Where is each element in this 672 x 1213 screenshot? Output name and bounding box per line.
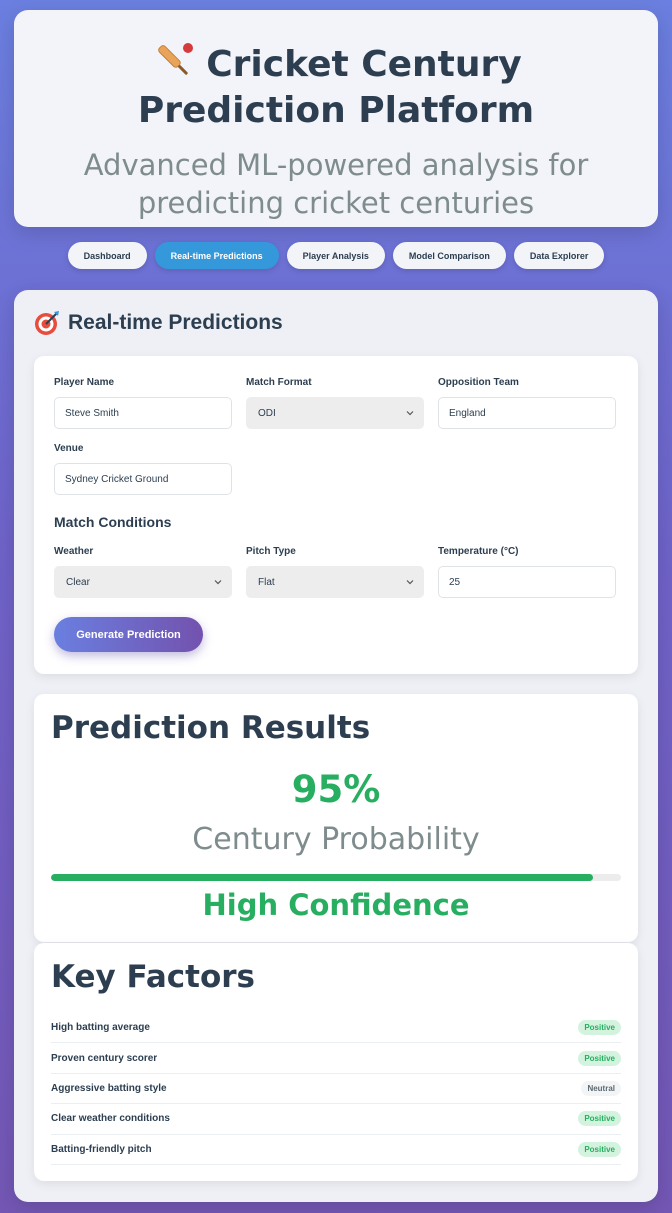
impact-badge: Positive	[578, 1050, 621, 1066]
section-title-text: Real-time Predictions	[68, 311, 283, 334]
weather-select[interactable]: Clear	[54, 566, 232, 598]
confidence-level: High Confidence	[202, 888, 470, 922]
nav-tabs: Dashboard Real-time Predictions Player A…	[0, 242, 672, 269]
venue-input[interactable]: Sydney Cricket Ground	[54, 463, 232, 495]
player-name-field: Player Name Steve Smith	[54, 377, 232, 429]
temperature-field: Temperature (°C) 25	[438, 546, 616, 598]
cricket-bat-icon	[158, 43, 194, 75]
page-title: Cricket Century Prediction Platform	[14, 10, 658, 134]
weather-value: Clear	[66, 576, 90, 588]
prediction-form: Player Name Steve Smith Match Format ODI…	[34, 356, 638, 674]
century-probability-value: 95%	[291, 768, 381, 811]
tab-model-comparison[interactable]: Model Comparison	[392, 242, 506, 269]
factor-name: Batting-friendly pitch	[51, 1143, 152, 1155]
match-format-field: Match Format ODI	[246, 377, 424, 429]
weather-label: Weather	[54, 546, 94, 557]
century-probability-label: Century Probability	[192, 822, 480, 857]
section-title: Real-time Predictions	[34, 310, 283, 336]
opposition-field: Opposition Team England	[438, 377, 616, 429]
pitch-type-label: Pitch Type	[246, 546, 296, 557]
temperature-label: Temperature (°C)	[438, 546, 519, 557]
tab-dashboard[interactable]: Dashboard	[67, 242, 147, 269]
factor-row: Aggressive batting style Neutral	[51, 1074, 621, 1105]
opposition-label: Opposition Team	[438, 377, 519, 388]
temperature-input[interactable]: 25	[438, 566, 616, 598]
impact-badge: Positive	[578, 1111, 621, 1127]
pitch-type-value: Flat	[258, 576, 275, 588]
venue-label: Venue	[54, 443, 84, 454]
impact-badge: Neutral	[581, 1080, 621, 1096]
factor-row: Proven century scorer Positive	[51, 1043, 621, 1074]
results-title: Prediction Results	[51, 710, 371, 746]
tab-player-analysis[interactable]: Player Analysis	[286, 242, 385, 269]
player-name-input[interactable]: Steve Smith	[54, 397, 232, 429]
main-panel: Real-time Predictions Player Name Steve …	[14, 290, 658, 1202]
chevron-down-icon	[406, 580, 414, 585]
venue-field: Venue Sydney Cricket Ground	[54, 443, 232, 495]
tab-real-time-predictions[interactable]: Real-time Predictions	[154, 242, 279, 269]
factors-title: Key Factors	[51, 959, 256, 995]
generate-prediction-button[interactable]: Generate Prediction	[54, 617, 203, 652]
player-name-label: Player Name	[54, 377, 115, 388]
factor-name: Clear weather conditions	[51, 1113, 170, 1125]
factor-row: Clear weather conditions Positive	[51, 1104, 621, 1135]
page-subtitle: Advanced ML-powered analysis for predict…	[83, 148, 589, 220]
match-format-select[interactable]: ODI	[246, 397, 424, 429]
factor-name: Proven century scorer	[51, 1052, 158, 1064]
pitch-type-field: Pitch Type Flat	[246, 546, 424, 598]
factor-row: Batting-friendly pitch Positive	[51, 1135, 621, 1165]
probability-bar-fill	[51, 874, 593, 881]
tab-data-explorer[interactable]: Data Explorer	[513, 242, 605, 269]
weather-field: Weather Clear	[54, 546, 232, 598]
probability-bar	[51, 874, 621, 881]
page-title-text: Cricket Century Prediction Platform	[137, 44, 535, 131]
chevron-down-icon	[406, 411, 414, 416]
opposition-input[interactable]: England	[438, 397, 616, 429]
target-icon	[35, 311, 59, 335]
key-factors: Key Factors High batting average Positiv…	[34, 943, 638, 1181]
match-format-label: Match Format	[246, 377, 312, 388]
prediction-results: Prediction Results 95% Century Probabili…	[34, 694, 638, 942]
chevron-down-icon	[214, 580, 222, 585]
match-format-value: ODI	[258, 407, 276, 419]
factor-name: Aggressive batting style	[51, 1082, 167, 1094]
impact-badge: Positive	[578, 1141, 621, 1157]
factor-row: High batting average Positive	[51, 1013, 621, 1044]
factor-list: High batting average Positive Proven cen…	[51, 1013, 621, 1165]
impact-badge: Positive	[578, 1020, 621, 1036]
page-header: Cricket Century Prediction Platform Adva…	[14, 10, 658, 227]
factor-name: High batting average	[51, 1022, 150, 1034]
pitch-type-select[interactable]: Flat	[246, 566, 424, 598]
match-conditions-heading: Match Conditions	[54, 514, 172, 530]
